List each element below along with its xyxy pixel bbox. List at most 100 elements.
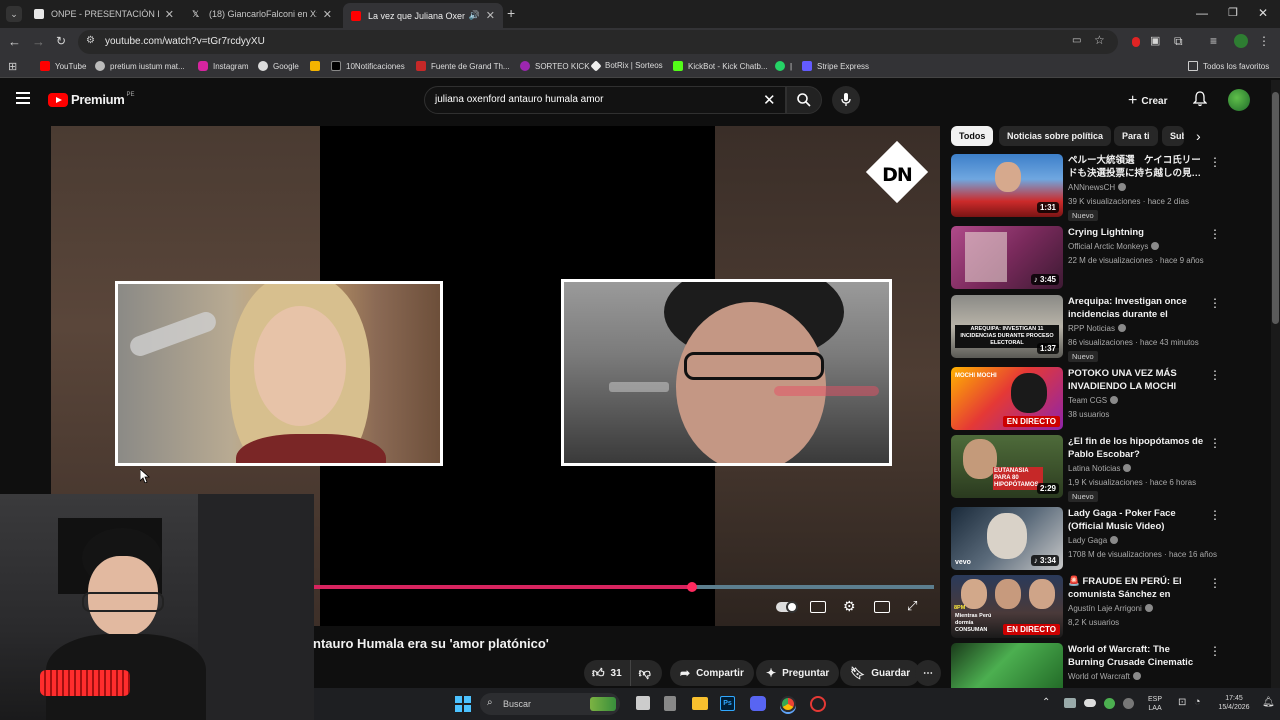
dislike-button[interactable]: 👎︎	[631, 660, 659, 686]
account-avatar[interactable]	[1228, 89, 1250, 111]
restore-icon[interactable]: ❐	[1228, 6, 1238, 19]
recommendation-item[interactable]: MOCHI MOCHI EN DIRECTO POTOKO UNA VEZ MÁ…	[951, 367, 1271, 432]
notification-center-icon[interactable]: 🔔︎	[1262, 697, 1275, 708]
browser-menu-icon[interactable]: ⋮	[1258, 34, 1274, 50]
install-app-icon[interactable]: ▭	[1072, 35, 1081, 46]
tab-youtube-video[interactable]: La vez que Juliana Oxen 🔊 ✕	[343, 3, 503, 28]
bookmark-10notificaciones[interactable]: 10Notificaciones	[331, 61, 405, 71]
tab-search-icon[interactable]: ⌄	[6, 6, 22, 22]
search-button[interactable]	[786, 86, 822, 114]
chip-sub[interactable]: Sub	[1162, 126, 1184, 146]
hamburger-menu-icon[interactable]	[16, 92, 30, 104]
onedrive-icon[interactable]	[1084, 699, 1096, 707]
input-language[interactable]: ESP LAA	[1148, 695, 1162, 713]
recommendation-item[interactable]: World of Warcraft: The Burning Crusade C…	[951, 643, 1271, 688]
profile-avatar-icon[interactable]	[1234, 34, 1250, 50]
search-box[interactable]: juliana oxenford antauro humala amor ✕	[424, 86, 786, 114]
bookmark-kickbot[interactable]: KickBot - Kick Chatb...	[673, 61, 768, 71]
taskbar-search[interactable]: ⌕ Buscar	[480, 693, 620, 715]
more-vert-icon[interactable]: ⋮	[1209, 577, 1221, 591]
app-red-icon[interactable]	[810, 696, 826, 712]
create-button[interactable]: + Crear	[1128, 92, 1167, 110]
scrollbar-thumb[interactable]	[1272, 92, 1279, 324]
all-bookmarks-folder[interactable]: Todos los favoritos	[1188, 61, 1269, 71]
bookmark-pretium[interactable]: pretium iustum mat...	[95, 61, 185, 71]
more-vert-icon[interactable]: ⋮	[1209, 156, 1221, 170]
bookmark-instagram[interactable]: Instagram	[198, 61, 249, 71]
clear-search-icon[interactable]: ✕	[763, 91, 776, 109]
notifications-bell-icon[interactable]	[1193, 91, 1207, 107]
extensions-puzzle-icon[interactable]: ⧉	[1174, 34, 1190, 50]
video-progress-bar[interactable]	[313, 582, 934, 592]
subtitles-icon[interactable]	[810, 601, 826, 613]
close-tab-icon[interactable]: ✕	[165, 8, 174, 21]
close-tab-icon[interactable]: ✕	[486, 9, 495, 22]
wifi-icon[interactable]: ◔	[1194, 696, 1201, 708]
site-info-icon[interactable]: ⚙	[86, 35, 95, 46]
recommendation-item[interactable]: AREQUIPA: INVESTIGAN 11 INCIDENCIAS DURA…	[951, 295, 1271, 362]
bookmark-whatsapp[interactable]: |	[775, 61, 792, 71]
tab-onpe[interactable]: ONPE - PRESENTACIÓN DE RES ✕	[26, 3, 182, 25]
window-close-icon[interactable]: ✕	[1258, 6, 1268, 20]
windows-start-icon[interactable]	[455, 696, 471, 712]
fullscreen-icon[interactable]: ⤢	[907, 598, 917, 614]
minimize-icon[interactable]: —	[1196, 6, 1208, 20]
more-vert-icon[interactable]: ⋮	[1209, 645, 1221, 659]
more-vert-icon[interactable]: ⋮	[1209, 369, 1221, 383]
extension-red-icon[interactable]	[1128, 34, 1144, 50]
network-icon[interactable]: ⊡	[1178, 697, 1186, 708]
like-button[interactable]: 👍︎ 31	[584, 660, 631, 686]
reload-icon[interactable]: ↻	[56, 34, 72, 50]
more-actions-button[interactable]: ⋯	[915, 660, 941, 686]
more-vert-icon[interactable]: ⋮	[1209, 437, 1221, 451]
tray-icon[interactable]	[1064, 698, 1076, 708]
bookmark-grand-theft[interactable]: Fuente de Grand Th...	[416, 61, 510, 71]
recommendation-item[interactable]: 8PM Mientras Perú dormía CONSUMAN EN DIR…	[951, 575, 1271, 640]
audio-playing-icon[interactable]: 🔊	[469, 10, 480, 21]
search-input[interactable]: juliana oxenford antauro humala amor	[435, 94, 603, 105]
extension-icon[interactable]: ▣	[1150, 34, 1166, 50]
youtube-premium-logo[interactable]: Premium PE	[48, 92, 135, 107]
apps-grid-icon[interactable]: ⊞	[8, 60, 17, 73]
chrome-icon[interactable]	[780, 696, 796, 712]
recommendation-item[interactable]: 1:31 ペルー大統領選 ケイコ氏リードも決選投票に持ち越しの見… ANNnew…	[951, 154, 1271, 221]
bookmark-stripe[interactable]: Stripe Express	[802, 61, 869, 71]
settings-gear-icon[interactable]: ⚙	[843, 598, 856, 615]
more-vert-icon[interactable]: ⋮	[1209, 297, 1221, 311]
address-bar[interactable]: ⚙ youtube.com/watch?v=tGr7rcdyyXU ▭ ☆	[78, 30, 1118, 54]
more-vert-icon[interactable]: ⋮	[1209, 509, 1221, 523]
app-icon[interactable]	[664, 696, 676, 711]
task-view-icon[interactable]	[636, 696, 650, 710]
photoshop-icon[interactable]: Ps	[720, 696, 735, 711]
bookmark-google[interactable]: Google	[258, 61, 299, 71]
bookmark-youtube[interactable]: YouTube	[40, 61, 86, 71]
chip-for-you[interactable]: Para ti	[1114, 126, 1158, 146]
miniplayer-icon[interactable]	[874, 601, 890, 613]
tab-x-post[interactable]: 𝕏 (18) GiancarloFalconi en X: "Par ✕	[184, 3, 340, 25]
tray-icon[interactable]	[1123, 698, 1134, 709]
save-button[interactable]: 🔖︎ Guardar	[840, 660, 921, 686]
discord-icon[interactable]	[750, 696, 766, 711]
recommendation-item[interactable]: ♪ 3:45 Crying Lightning Official Arctic …	[951, 226, 1271, 291]
close-tab-icon[interactable]: ✕	[323, 8, 332, 21]
share-button[interactable]: ➦ Compartir	[670, 660, 754, 686]
chips-next-chevron-icon[interactable]: ›	[1196, 128, 1201, 144]
chip-politics-news[interactable]: Noticias sobre política	[999, 126, 1112, 146]
chip-all[interactable]: Todos	[951, 126, 994, 146]
forward-icon[interactable]: →	[32, 34, 48, 50]
back-icon[interactable]: ←	[8, 34, 24, 50]
more-vert-icon[interactable]: ⋮	[1209, 228, 1221, 242]
new-tab-button[interactable]: +	[507, 5, 515, 21]
media-control-icon[interactable]: ≡	[1210, 34, 1226, 50]
ask-button[interactable]: ✦ Preguntar	[756, 660, 840, 686]
autoplay-toggle[interactable]	[776, 601, 798, 613]
recommendation-item[interactable]: vevo ♪ 3:34 Lady Gaga - Poker Face (Offi…	[951, 507, 1271, 572]
tray-icon[interactable]	[1104, 698, 1115, 709]
tray-chevron-icon[interactable]: ⌃	[1042, 697, 1050, 708]
bookmark-star-icon[interactable]: ☆	[1094, 33, 1105, 47]
voice-search-button[interactable]	[832, 86, 860, 114]
page-scrollbar[interactable]	[1271, 80, 1280, 688]
bookmark-botrix[interactable]: BotRix | Sorteos	[590, 59, 663, 72]
file-explorer-icon[interactable]	[692, 697, 708, 710]
bookmark-sorteo-kick[interactable]: SORTEO KICK	[520, 61, 590, 71]
